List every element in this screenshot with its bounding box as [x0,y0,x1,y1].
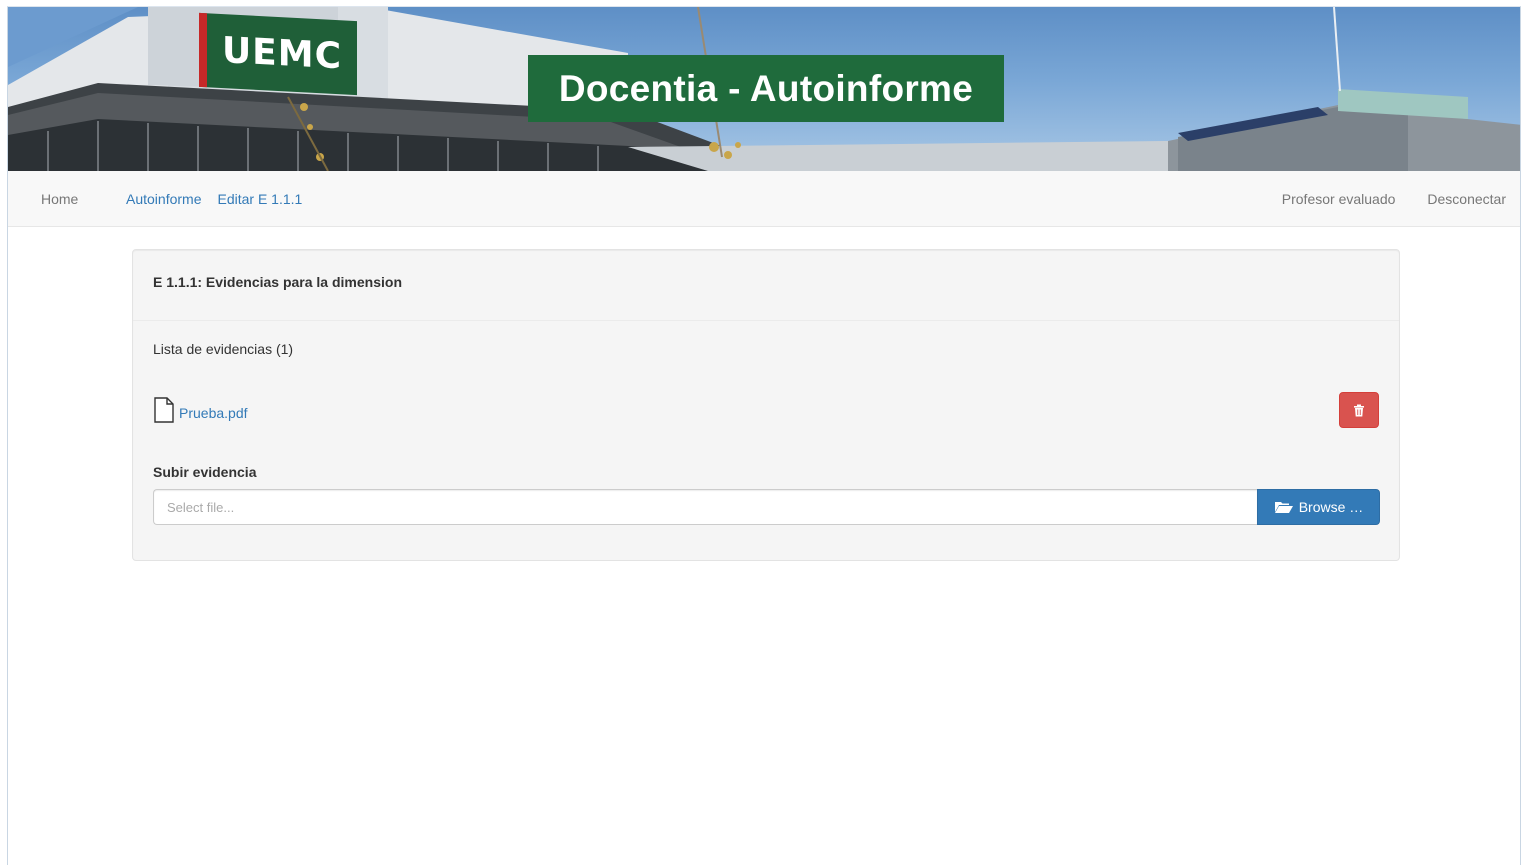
file-icon [154,397,174,423]
breadcrumb-editar[interactable]: Editar E 1.1.1 [217,191,302,207]
nav-home-link[interactable]: Home [41,171,78,227]
breadcrumb-separator [201,191,217,207]
evidence-panel: E 1.1.1: Evidencias para la dimension Li… [132,249,1400,561]
evidence-list-heading: Lista de evidencias (1) [153,341,294,357]
evidence-file-link[interactable]: Prueba.pdf [179,405,248,421]
breadcrumb: Autoinforme Editar E 1.1.1 [126,171,302,227]
top-navbar: Home Autoinforme Editar E 1.1.1 Profesor … [8,171,1520,227]
upload-evidence-label: Subir evidencia [153,464,257,480]
delete-evidence-button[interactable] [1339,392,1379,428]
evidence-file-item: Prueba.pdf [153,396,248,424]
nav-right-links: Profesor evaluado Desconectar [1282,171,1506,227]
file-path-input[interactable] [153,489,1257,525]
header-banner: UEMC Docentia - Autoinforme [8,7,1520,171]
browse-button-label: Browse … [1298,499,1364,515]
uemc-logo: UEMC [199,12,357,96]
nav-profesor-evaluado[interactable]: Profesor evaluado [1282,171,1396,227]
panel-divider [133,320,1399,321]
banner-title: Docentia - Autoinforme [528,55,1004,122]
breadcrumb-autoinforme[interactable]: Autoinforme [126,191,201,207]
trash-icon [1354,404,1364,416]
browse-button[interactable]: Browse … [1257,489,1380,525]
nav-desconectar[interactable]: Desconectar [1427,171,1506,227]
panel-title: E 1.1.1: Evidencias para la dimension [153,274,402,290]
app-frame: UEMC Docentia - Autoinforme Home Autoinf… [7,6,1521,865]
folder-open-icon [1274,502,1293,513]
